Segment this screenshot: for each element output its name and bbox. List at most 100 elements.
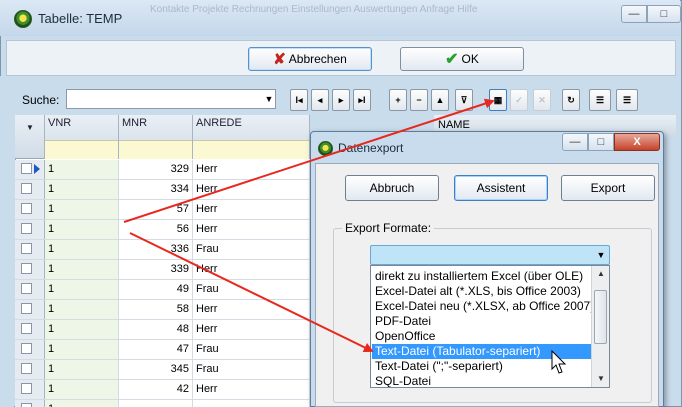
up-button[interactable]: ▲ — [431, 89, 449, 111]
row-selector-header[interactable]: ▼ — [15, 115, 45, 159]
scroll-thumb[interactable] — [594, 290, 607, 344]
cell-mnr[interactable]: 57 — [119, 200, 193, 219]
row-selector[interactable] — [15, 280, 45, 299]
row-selector[interactable] — [15, 360, 45, 379]
row-checkbox[interactable] — [21, 303, 32, 314]
row-selector[interactable] — [15, 200, 45, 219]
export-button[interactable]: Export — [561, 175, 655, 201]
cell-mnr[interactable]: 334 — [119, 180, 193, 199]
cell-anrede[interactable]: Herr — [193, 380, 310, 399]
column-header-mnr[interactable]: MNR — [119, 115, 193, 159]
row-selector[interactable] — [15, 380, 45, 399]
cell-anrede[interactable]: Herr — [193, 220, 310, 239]
table-row[interactable]: 1 345 Frau — [15, 360, 310, 380]
list-add-button[interactable]: ☰ — [616, 89, 638, 111]
cell-vnr[interactable]: 1 — [45, 360, 119, 379]
table-row[interactable]: 1 58 Herr — [15, 300, 310, 320]
ok-button[interactable]: ✔ OK — [400, 47, 524, 71]
row-checkbox[interactable] — [21, 323, 32, 334]
cell-mnr[interactable] — [119, 400, 193, 407]
close-button[interactable]: □ — [647, 5, 681, 23]
filter-cell-vnr[interactable] — [45, 140, 118, 159]
abbruch-button[interactable]: Abbruch — [345, 175, 439, 201]
dialog-maximize-button[interactable]: □ — [588, 133, 614, 151]
row-checkbox[interactable] — [21, 343, 32, 354]
cell-vnr[interactable]: 1 — [45, 280, 119, 299]
format-option[interactable]: direkt zu installiertem Excel (über OLE) — [372, 269, 595, 284]
cell-mnr[interactable]: 56 — [119, 220, 193, 239]
cell-vnr[interactable]: 1 — [45, 260, 119, 279]
table-row[interactable]: 1 334 Herr — [15, 180, 310, 200]
cell-mnr[interactable]: 345 — [119, 360, 193, 379]
format-option[interactable]: SQL-Datei — [372, 374, 595, 387]
cell-vnr[interactable]: 1 — [45, 340, 119, 359]
cell-mnr[interactable]: 49 — [119, 280, 193, 299]
cell-mnr[interactable]: 47 — [119, 340, 193, 359]
row-checkbox[interactable] — [21, 263, 32, 274]
next-record-button[interactable]: ▸ — [332, 89, 350, 111]
dialog-close-button[interactable]: X — [614, 133, 660, 151]
cell-vnr[interactable]: 1 — [45, 380, 119, 399]
format-option[interactable]: Excel-Datei neu (*.XLSX, ab Office 2007) — [372, 299, 595, 314]
cell-vnr[interactable]: 1 — [45, 160, 119, 179]
add-record-button[interactable]: + — [389, 89, 407, 111]
export-button[interactable]: ▦ — [489, 89, 507, 111]
format-option[interactable]: PDF-Datei — [372, 314, 595, 329]
refresh-button[interactable]: ↻ — [562, 89, 580, 111]
row-checkbox[interactable] — [21, 203, 32, 214]
row-selector[interactable] — [15, 400, 45, 407]
cell-anrede[interactable] — [193, 400, 310, 407]
chevron-down-icon[interactable]: ▼ — [262, 89, 276, 109]
filter-button[interactable]: ⊽ — [455, 89, 473, 111]
cancel-button[interactable]: ✘ Abbrechen — [248, 47, 372, 71]
scroll-up-icon[interactable]: ▲ — [592, 266, 610, 282]
row-checkbox[interactable] — [21, 403, 32, 407]
cell-anrede[interactable]: Herr — [193, 260, 310, 279]
cell-mnr[interactable]: 58 — [119, 300, 193, 319]
cell-vnr[interactable]: 1 — [45, 400, 119, 407]
row-selector[interactable] — [15, 160, 45, 179]
cell-mnr[interactable]: 336 — [119, 240, 193, 259]
format-option[interactable]: Excel-Datei alt (*.XLS, bis Office 2003) — [372, 284, 595, 299]
export-format-select[interactable] — [370, 245, 610, 265]
dialog-minimize-button[interactable]: — — [562, 133, 588, 151]
row-selector[interactable] — [15, 340, 45, 359]
table-row[interactable]: 1 336 Frau — [15, 240, 310, 260]
cell-anrede[interactable]: Herr — [193, 320, 310, 339]
list-scrollbar[interactable]: ▲ ▼ — [591, 266, 609, 387]
cell-anrede[interactable]: Herr — [193, 160, 310, 179]
row-checkbox[interactable] — [21, 383, 32, 394]
table-row[interactable]: 1 56 Herr — [15, 220, 310, 240]
export-format-list[interactable]: direkt zu installiertem Excel (über OLE)… — [370, 265, 610, 388]
cell-mnr[interactable]: 329 — [119, 160, 193, 179]
row-selector[interactable] — [15, 240, 45, 259]
table-row[interactable]: 1 48 Herr — [15, 320, 310, 340]
format-option[interactable]: OpenOffice — [372, 329, 595, 344]
filter-cell-anrede[interactable] — [193, 140, 309, 159]
row-checkbox[interactable] — [21, 283, 32, 294]
minimize-button[interactable]: — — [621, 5, 647, 23]
row-checkbox[interactable] — [21, 183, 32, 194]
cell-anrede[interactable]: Frau — [193, 340, 310, 359]
table-row[interactable]: 1 42 Herr — [15, 380, 310, 400]
scroll-down-icon[interactable]: ▼ — [592, 371, 610, 387]
row-checkbox[interactable] — [21, 363, 32, 374]
table-row[interactable]: 1 329 Herr — [15, 160, 310, 180]
discard-button[interactable]: ✕ — [533, 89, 551, 111]
cell-mnr[interactable]: 42 — [119, 380, 193, 399]
confirm-button[interactable]: ✓ — [510, 89, 528, 111]
assistent-button[interactable]: Assistent — [454, 175, 548, 201]
table-row[interactable]: 1 49 Frau — [15, 280, 310, 300]
cell-vnr[interactable]: 1 — [45, 220, 119, 239]
column-header-vnr[interactable]: VNR — [45, 115, 119, 159]
table-row[interactable]: 1 — [15, 400, 310, 407]
cell-vnr[interactable]: 1 — [45, 200, 119, 219]
filter-cell-mnr[interactable] — [119, 140, 192, 159]
table-row[interactable]: 1 339 Herr — [15, 260, 310, 280]
cell-vnr[interactable]: 1 — [45, 240, 119, 259]
cell-mnr[interactable]: 339 — [119, 260, 193, 279]
table-row[interactable]: 1 47 Frau — [15, 340, 310, 360]
cell-vnr[interactable]: 1 — [45, 320, 119, 339]
row-selector[interactable] — [15, 220, 45, 239]
row-selector[interactable] — [15, 320, 45, 339]
